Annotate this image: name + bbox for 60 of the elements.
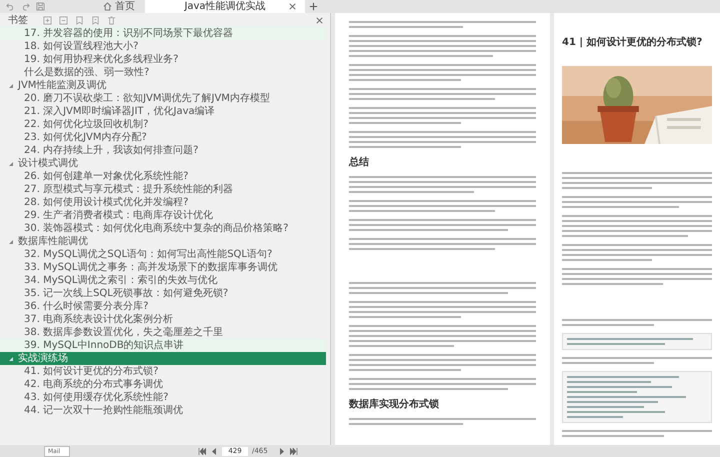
home-icon — [103, 2, 112, 11]
toc-section-title: 实战演练场 — [18, 352, 68, 365]
toc-section[interactable]: 实战演练场 — [0, 352, 326, 365]
bookmark-icon[interactable] — [91, 16, 100, 24]
toc-item[interactable]: 38. 数据库参数设置优化，失之毫厘差之千里 — [0, 326, 330, 339]
toc-section-title: JVM性能监测及调优 — [18, 79, 106, 92]
toc-item[interactable]: 43. 如何使用缓存优化系统性能? — [0, 391, 330, 404]
last-page-icon[interactable] — [290, 448, 298, 454]
toc-item[interactable]: 29. 生产者消费者模式：电商库存设计优化 — [0, 209, 330, 222]
caret-icon[interactable] — [8, 238, 14, 244]
previous-page-icon[interactable] — [210, 448, 218, 454]
toc-item[interactable]: 28. 如何使用设计模式优化并发编程? — [0, 196, 330, 209]
section-heading: 总结 — [349, 156, 370, 169]
delete-icon[interactable] — [107, 16, 116, 24]
next-page-icon[interactable] — [278, 448, 286, 454]
toc-section-title: 设计模式调优 — [18, 157, 78, 170]
toc-item[interactable]: 19. 如何用协程来优化多线程业务? — [0, 53, 330, 66]
bookmark-icon[interactable] — [75, 16, 84, 24]
toc-item[interactable]: 44. 记一次双十一抢购性能瓶颈调优 — [0, 404, 330, 417]
toc-item[interactable]: 18. 如何设置线程池大小? — [0, 40, 330, 53]
caret-icon[interactable] — [8, 82, 14, 88]
toc-section-title: 数据库性能调优 — [18, 235, 88, 248]
first-page-icon[interactable] — [198, 448, 206, 454]
toc-item[interactable]: 39. MySQL中InnoDB的知识点串讲 — [0, 339, 326, 352]
toc-item[interactable]: 41. 如何设计更优的分布式锁? — [0, 365, 330, 378]
section-heading: 数据库实现分布式锁 — [349, 397, 440, 411]
chapter-title: 41 | 如何设计更优的分布式锁? — [562, 36, 704, 49]
caret-icon[interactable] — [8, 160, 14, 166]
toc-item[interactable]: 23. 如何优化JVM内存分配? — [0, 131, 330, 144]
toc-item[interactable]: 26. 如何创建单一对象优化系统性能? — [0, 170, 330, 183]
toc-item[interactable]: 27. 原型模式与享元模式：提升系统性能的利器 — [0, 183, 330, 196]
tab[interactable]: Java性能调优实战 — [145, 0, 305, 13]
toc-item[interactable]: 22. 如何优化垃圾回收机制? — [0, 118, 330, 131]
close-icon[interactable] — [288, 2, 297, 11]
close-icon[interactable] — [315, 16, 324, 24]
undo-icon[interactable] — [6, 2, 15, 11]
collapse-icon[interactable] — [59, 16, 68, 24]
toc-item[interactable]: 35. 记一次线上SQL死锁事故：如何避免死锁? — [0, 287, 330, 300]
toc-item[interactable]: 36. 什么时候需要分表分库? — [0, 300, 330, 313]
toc-item[interactable]: 24. 内存持续上升，我该如何排查问题? — [0, 144, 330, 157]
redo-icon[interactable] — [21, 2, 30, 11]
toc-section[interactable]: JVM性能监测及调优 — [0, 79, 326, 92]
toc-item[interactable]: 30. 装饰器模式：如何优化电商系统中复杂的商品价格策略? — [0, 222, 330, 235]
plus-icon[interactable] — [309, 2, 318, 11]
caret-icon[interactable] — [8, 356, 14, 362]
toc-item[interactable]: 34. MySQL调优之索引：索引的失效与优化 — [0, 274, 330, 287]
toc-item[interactable]: 21. 深入JVM即时编译器JIT，优化Java编译 — [0, 105, 330, 118]
toc-section[interactable]: 设计模式调优 — [0, 157, 326, 170]
toc-item[interactable]: 20. 磨刀不误砍柴工：欲知JVM调优先了解JVM内存模型 — [0, 92, 330, 105]
toc-item[interactable]: 17. 并发容器的使用：识别不同场景下最优容器 — [0, 27, 326, 40]
tab[interactable]: 首页 — [93, 0, 145, 13]
toc-item[interactable]: 33. MySQL调优之事务：高并发场景下的数据库事务调优 — [0, 261, 330, 274]
save-icon[interactable] — [36, 2, 45, 11]
toc-item[interactable]: 42. 电商系统的分布式事务调优 — [0, 378, 330, 391]
toc-section[interactable]: 数据库性能调优 — [0, 235, 326, 248]
toc-item[interactable]: 37. 电商系统表设计优化案例分析 — [0, 313, 330, 326]
toc-item[interactable]: 什么是数据的强、弱一致性? — [0, 66, 330, 79]
toc-item[interactable]: 32. MySQL调优之SQL语句：如何写出高性能SQL语句? — [0, 248, 330, 261]
expand-icon[interactable] — [43, 16, 52, 24]
sidebar-title: 书签 — [8, 14, 28, 27]
